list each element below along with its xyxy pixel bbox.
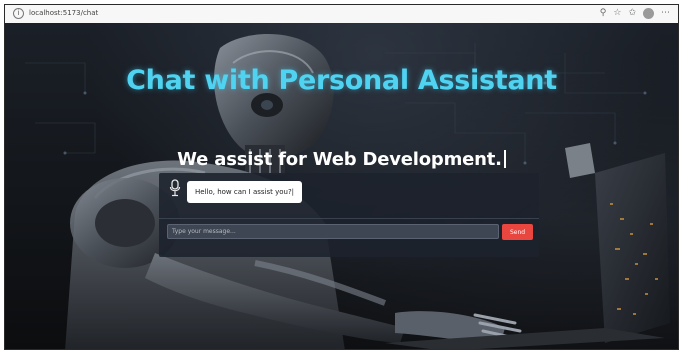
microphone-icon <box>169 179 181 197</box>
star-icon[interactable]: ☆ <box>613 7 621 20</box>
browser-actions: ⚲ ☆ ✩ ⋯ <box>600 7 670 20</box>
favorites-icon[interactable]: ✩ <box>628 7 636 20</box>
message-input[interactable] <box>167 224 499 239</box>
chat-divider <box>159 218 539 219</box>
info-icon[interactable]: i <box>13 8 24 19</box>
search-icon[interactable]: ⚲ <box>600 7 607 20</box>
browser-window: i localhost:5173/chat ⚲ ☆ ✩ ⋯ Chat with … <box>4 4 679 350</box>
profile-icon[interactable] <box>643 8 654 19</box>
chat-panel: Hello, how can I assist you?| Send <box>159 173 539 257</box>
more-icon[interactable]: ⋯ <box>661 7 670 20</box>
browser-toolbar: i localhost:5173/chat ⚲ ☆ ✩ ⋯ <box>5 5 678 24</box>
typing-cursor <box>503 150 506 168</box>
hero-background: Chat with Personal Assistant We assist f… <box>5 23 678 349</box>
bot-message: Hello, how can I assist you?| <box>187 181 303 203</box>
address-bar[interactable]: localhost:5173/chat <box>29 8 98 19</box>
send-button[interactable]: Send <box>502 224 533 240</box>
page-subtitle: We assist for Web Development. <box>5 149 678 170</box>
page-title: Chat with Personal Assistant <box>126 65 557 96</box>
chat-messages: Hello, how can I assist you?| <box>159 173 539 217</box>
